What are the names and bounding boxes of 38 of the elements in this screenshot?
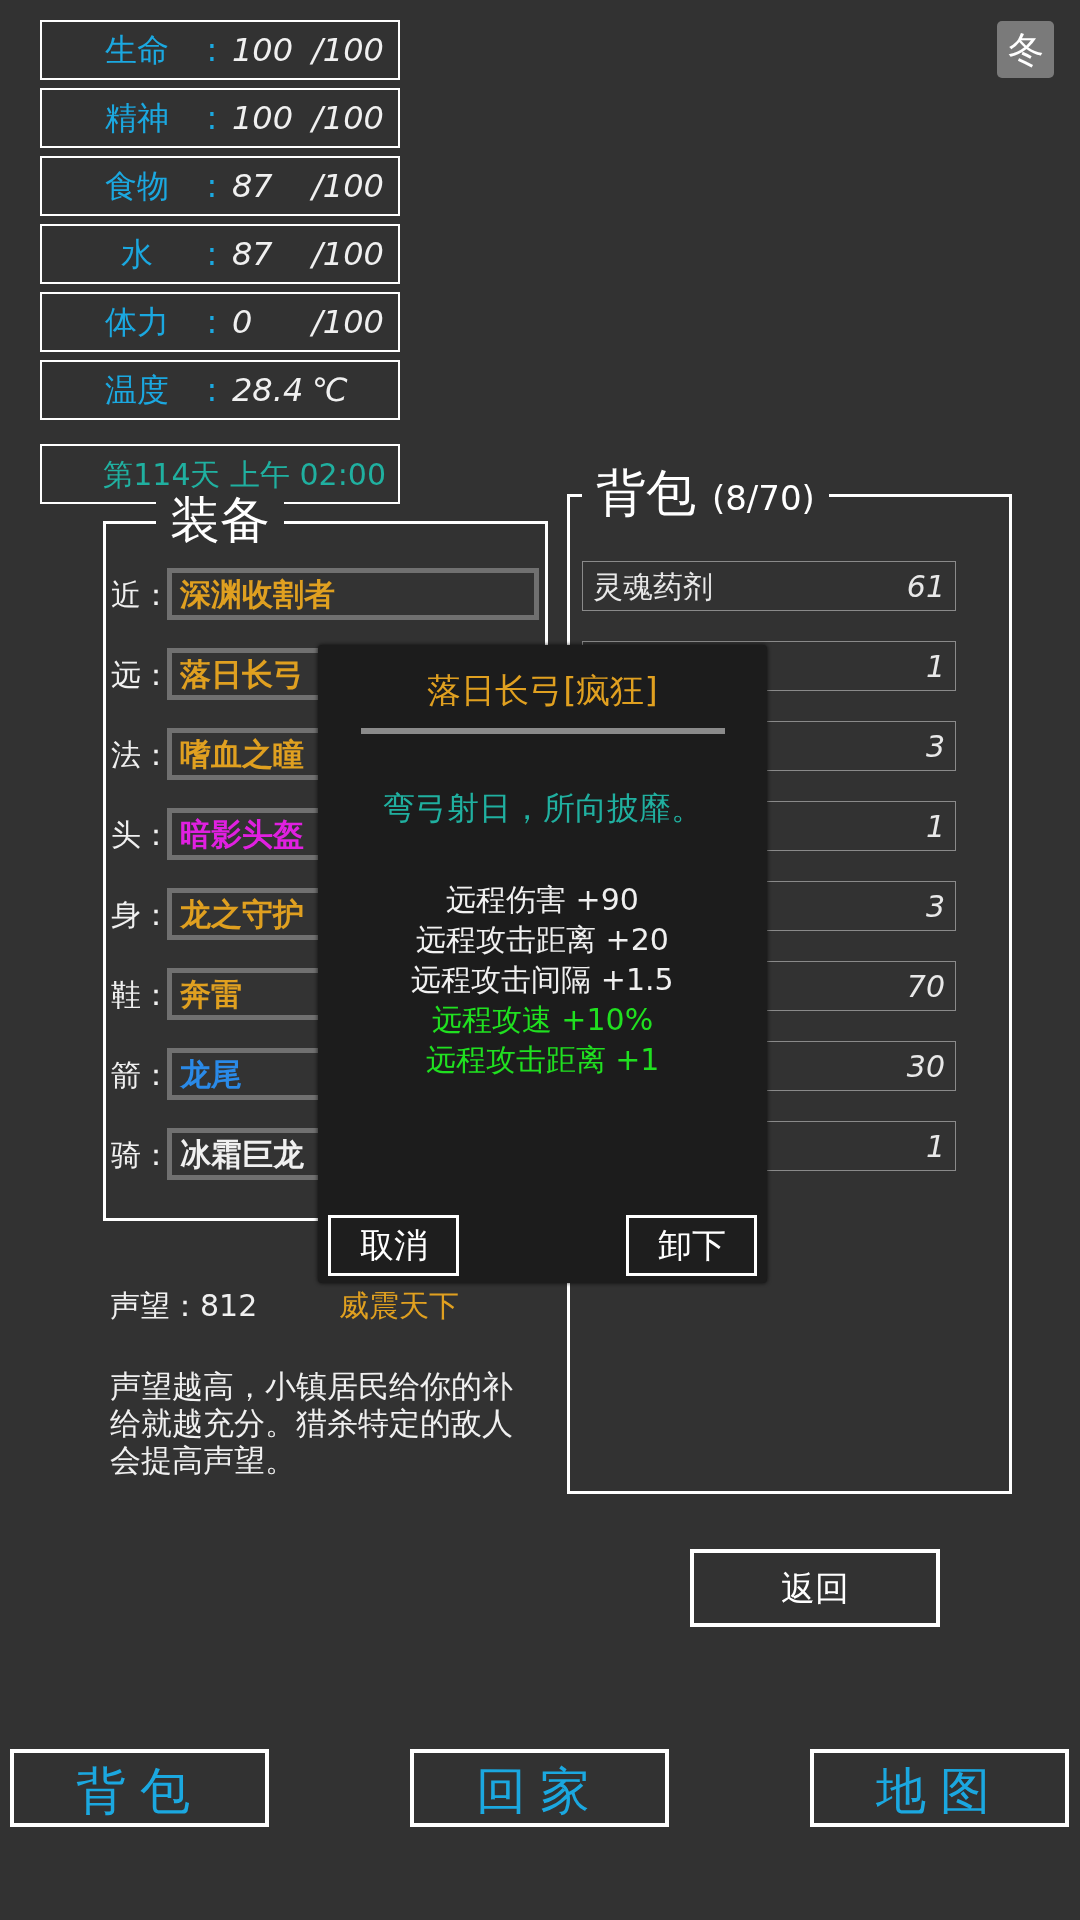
stat-max: /100 [312, 302, 384, 343]
slot-label: 身： [111, 895, 167, 934]
stat-value: 28.4 [232, 370, 305, 411]
colon: : [205, 166, 219, 207]
reputation-description: 声望越高，小镇居民给你的补给就越充分。猎杀特定的敌人会提高声望。 [109, 1368, 514, 1479]
colon: : [205, 30, 219, 71]
panel-title: 背包 [596, 464, 696, 522]
colon: : [205, 370, 219, 411]
stat-label: 体力 [104, 302, 170, 343]
slot-label: 法： [111, 735, 167, 774]
stat-label: 食物 [104, 166, 170, 207]
slot-label: 远： [111, 655, 167, 694]
reputation-value: 声望：812 [110, 1287, 258, 1325]
stat-max: /100 [312, 30, 384, 71]
slot-label: 近： [111, 575, 167, 614]
stat-value: 100 [232, 30, 295, 71]
slot-label: 骑： [111, 1135, 167, 1174]
colon: : [205, 98, 219, 139]
stat-value: 87 [232, 234, 274, 275]
stat-max: /100 [312, 98, 384, 139]
stat-max: /100 [312, 166, 384, 207]
slot-label: 鞋： [111, 975, 167, 1014]
season-badge: 冬 [997, 21, 1054, 78]
stat-label: 温度 [104, 370, 170, 411]
colon: : [205, 234, 219, 275]
stat-value: 87 [232, 166, 274, 207]
stat-label: 水 [120, 234, 154, 275]
stat-value: 0 [232, 302, 254, 343]
reputation-rank: 威震天下 [339, 1287, 460, 1325]
stat-max: ℃ [312, 370, 348, 411]
colon: : [205, 302, 219, 343]
item-count: (8/70) [711, 478, 815, 518]
slot-label: 箭： [111, 1055, 167, 1094]
stat-max: /100 [312, 234, 384, 275]
stat-label: 生命 [104, 30, 170, 71]
stat-label: 精神 [104, 98, 170, 139]
slot-label: 头： [111, 815, 167, 854]
stat-value: 100 [232, 98, 295, 139]
